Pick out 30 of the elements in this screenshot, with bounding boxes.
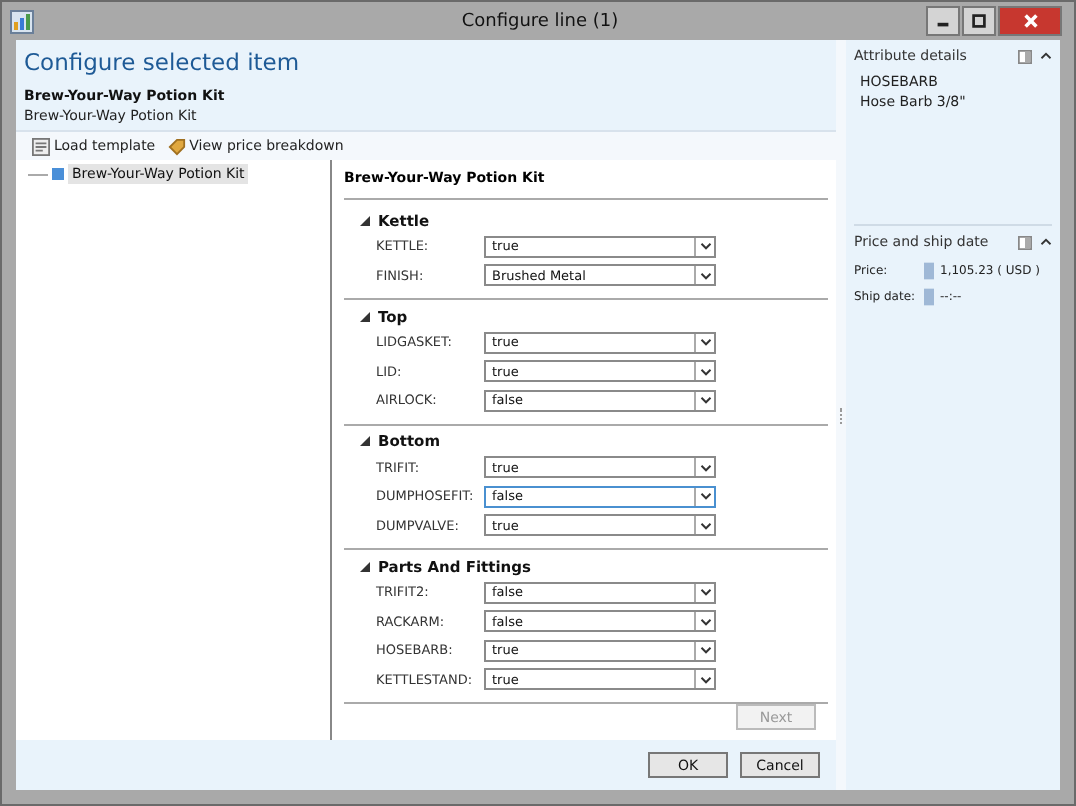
chevron-down-icon (699, 617, 711, 626)
chevron-down-icon (699, 338, 711, 347)
app-icon (10, 9, 34, 33)
maximize-icon (970, 12, 988, 30)
chevron-down-icon (699, 242, 711, 251)
dialog-heading: Configure selected item (24, 48, 302, 76)
chevron-down-icon (699, 646, 711, 655)
chevron-down-icon (699, 463, 711, 472)
collapse-icon[interactable] (1040, 52, 1052, 60)
window-title: Configure line (1) (459, 11, 621, 31)
chevron-down-icon (699, 396, 711, 405)
expanded-icon[interactable] (360, 436, 370, 446)
close-icon (1021, 12, 1039, 30)
chevron-down-icon (699, 367, 711, 376)
chevron-down-icon (699, 271, 711, 280)
chevron-down-icon (699, 675, 711, 684)
expanded-icon[interactable] (360, 215, 370, 225)
chevron-down-icon (699, 492, 711, 501)
close-button[interactable] (998, 6, 1062, 36)
panel-icon[interactable] (1018, 235, 1032, 249)
minimize-button[interactable] (926, 6, 960, 36)
collapse-icon[interactable] (1040, 238, 1052, 246)
panel-icon[interactable] (1018, 49, 1032, 63)
expanded-icon[interactable] (360, 311, 370, 321)
chevron-down-icon (699, 521, 711, 530)
expanded-icon[interactable] (360, 561, 370, 571)
maximize-button[interactable] (962, 6, 996, 36)
tag-icon (167, 137, 186, 155)
item-icon (52, 168, 64, 180)
chevron-down-icon (699, 588, 711, 597)
